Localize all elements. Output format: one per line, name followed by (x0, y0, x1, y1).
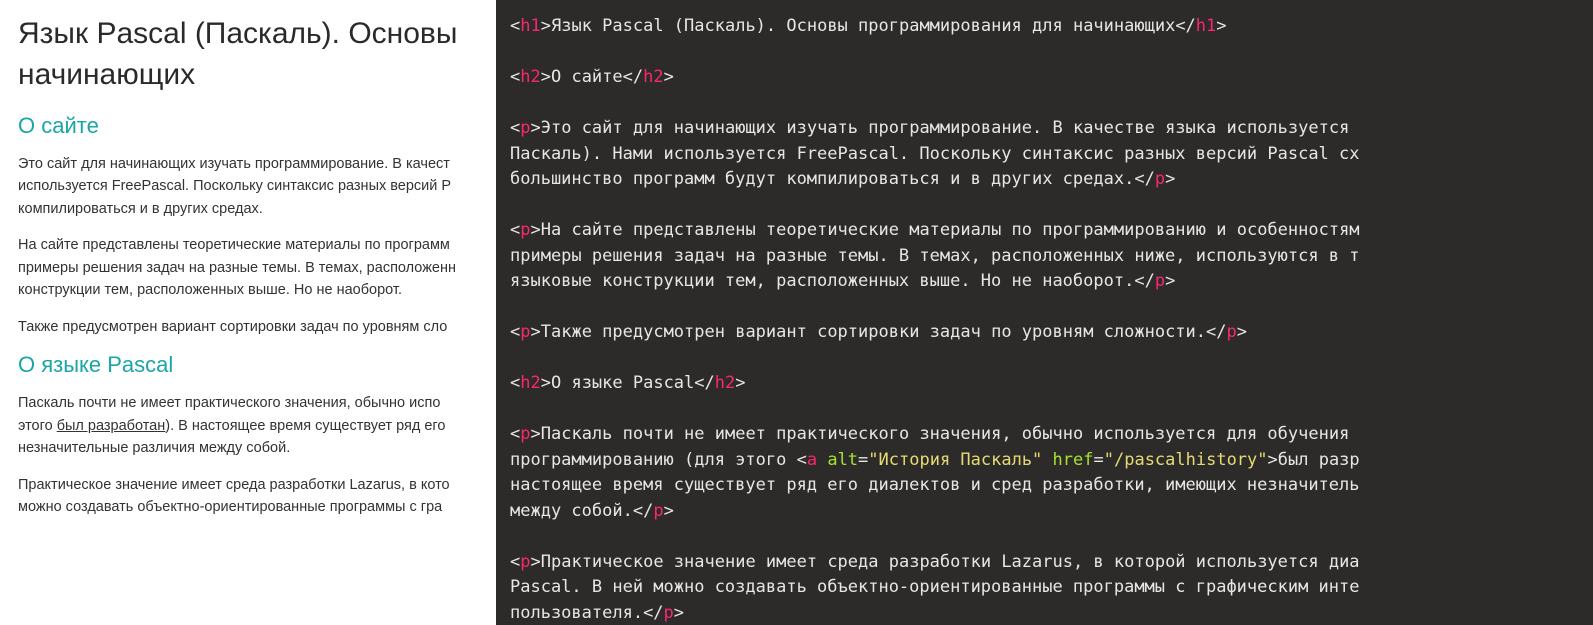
paragraph: Это сайт для начинающих изучать программ… (18, 153, 484, 220)
page-title: Язык Pascal (Паскаль). Основы начинающих (18, 14, 484, 95)
section-heading-about-site: О сайте (18, 113, 484, 139)
code-line: <h1>Язык Pascal (Паскаль). Основы програ… (510, 16, 1227, 36)
code-line: Pascal. В ней можно создавать объектно-о… (510, 577, 1360, 597)
code-line: <h2>О сайте</h2> (510, 67, 674, 87)
code-line: примеры решения задач на разные темы. В … (510, 246, 1360, 266)
code-line: <p>Паскаль почти не имеет практического … (510, 424, 1349, 444)
history-link[interactable]: был разработан (57, 418, 166, 434)
paragraph: На сайте представлены теоретические мате… (18, 234, 484, 301)
code-line: <p>Это сайт для начинающих изучать прогр… (510, 118, 1349, 138)
code-line: <p>Практическое значение имеет среда раз… (510, 552, 1360, 572)
code-line: <p>Также предусмотрен вариант сортировки… (510, 322, 1247, 342)
source-code-view: <h1>Язык Pascal (Паскаль). Основы програ… (496, 0, 1593, 625)
paragraph: Практическое значение имеет среда разраб… (18, 474, 484, 519)
code-line: между собой.</p> (510, 501, 674, 521)
code-line: <h2>О языке Pascal</h2> (510, 373, 746, 393)
paragraph: Паскаль почти не имеет практического зна… (18, 392, 484, 459)
code-line: большинство программ будут компилировать… (510, 169, 1175, 189)
code-line: программированию (для этого <a alt="Исто… (510, 450, 1360, 470)
section-heading-about-pascal: О языке Pascal (18, 352, 484, 378)
code-line: языковые конструкции тем, расположенных … (510, 271, 1175, 291)
code-line: настоящее время существует ряд его диале… (510, 475, 1360, 495)
code-line: пользователя.</p> (510, 603, 684, 623)
code-line: Паскаль). Нами используется FreePascal. … (510, 144, 1360, 164)
rendered-document: Язык Pascal (Паскаль). Основы начинающих… (0, 0, 496, 625)
code-line: <p>На сайте представлены теоретические м… (510, 220, 1360, 240)
paragraph: Также предусмотрен вариант сортировки за… (18, 316, 484, 338)
